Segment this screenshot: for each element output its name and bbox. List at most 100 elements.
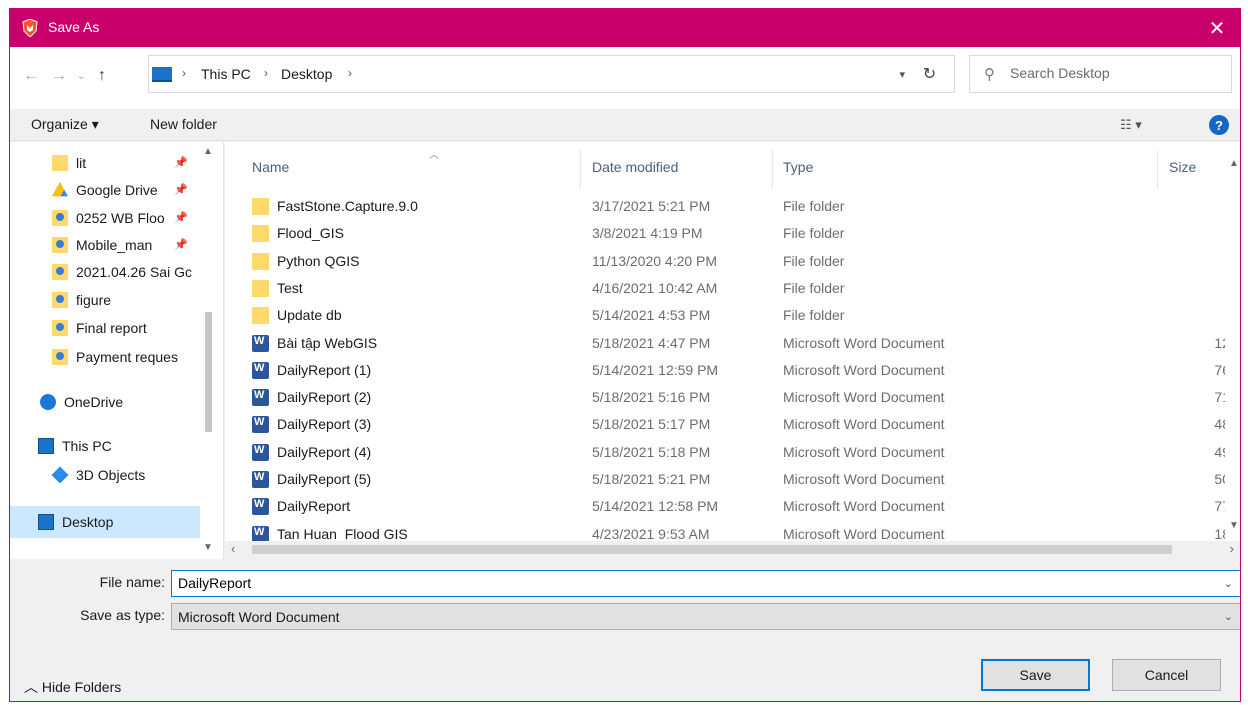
- forward-arrow-icon[interactable]: →: [51, 67, 67, 85]
- pin-icon: 📌: [174, 239, 188, 251]
- word-document-icon: [252, 443, 269, 461]
- file-row[interactable]: Update db 5/14/2021 4:53 PM File folder: [225, 302, 1230, 329]
- pc-icon: [38, 438, 54, 454]
- folder-icon: [252, 307, 269, 325]
- file-name-label: File name:: [99, 574, 165, 590]
- file-row[interactable]: DailyReport 5/14/2021 12:58 PM Microsoft W…: [225, 493, 1230, 520]
- column-header-name[interactable]: Name: [252, 159, 289, 175]
- nav-item-onedrive[interactable]: OneDrive: [10, 387, 210, 417]
- nav-item-this-pc[interactable]: This PC: [10, 431, 210, 461]
- scroll-left-icon[interactable]: ‹: [231, 541, 235, 556]
- hide-folders-button[interactable]: ︿ Hide Folders: [24, 677, 121, 697]
- chevron-down-icon[interactable]: ⌄: [1224, 577, 1233, 590]
- scrollbar-thumb[interactable]: [205, 312, 212, 432]
- scroll-right-icon[interactable]: ›: [1230, 541, 1234, 556]
- file-name: Python QGIS: [277, 252, 360, 269]
- nav-item-google-drive[interactable]: Google Drive 📌: [10, 175, 210, 205]
- column-divider[interactable]: [772, 150, 773, 188]
- file-name: DailyReport: [277, 498, 351, 515]
- refresh-button[interactable]: ↻: [905, 55, 955, 93]
- nav-item-0252-wb[interactable]: 0252 WB Floo 📌: [10, 203, 210, 233]
- file-name: DailyReport (5): [277, 471, 372, 487]
- column-header-type[interactable]: Type: [783, 159, 813, 175]
- file-date-modified: 4/16/2021 10:42 AM: [592, 279, 718, 296]
- up-arrow-icon[interactable]: ↑: [98, 67, 106, 85]
- column-header-date-modified[interactable]: Date modified: [592, 159, 678, 175]
- details-view-icon: ☷ ▾: [1120, 117, 1142, 132]
- nav-item-label: lit: [76, 155, 87, 171]
- file-row[interactable]: Python QGIS 11/13/2020 4:20 PM File folder: [225, 248, 1230, 275]
- scroll-up-icon[interactable]: ▲: [1229, 158, 1239, 169]
- nav-item-3d-objects[interactable]: 3D Objects: [10, 460, 210, 490]
- nav-item-final-report[interactable]: Final report: [10, 313, 210, 343]
- scroll-up-icon[interactable]: ▲: [203, 146, 213, 157]
- file-row[interactable]: DailyReport (4) 5/18/2021 5:18 PM Microsof…: [225, 439, 1230, 466]
- chevron-right-icon[interactable]: ›: [348, 66, 352, 80]
- sort-ascending-icon: ︿: [429, 150, 439, 161]
- column-header-size[interactable]: Size: [1169, 159, 1196, 175]
- file-row[interactable]: DailyReport (3) 5/18/2021 5:17 PM Microsof…: [225, 411, 1230, 438]
- folder-icon: [252, 225, 269, 243]
- back-arrow-icon[interactable]: ←: [23, 67, 39, 85]
- nav-item-label: 2021.04.26 Sai Gc: [76, 264, 192, 280]
- close-icon: ✕: [1208, 17, 1226, 40]
- new-folder-button[interactable]: New folder: [150, 116, 217, 132]
- file-name-combobox[interactable]: ⌄: [171, 570, 1240, 597]
- nav-item-payment-request[interactable]: Payment reques: [10, 342, 210, 372]
- close-button[interactable]: ✕: [1194, 9, 1240, 47]
- nav-item-sai-gon[interactable]: 2021.04.26 Sai Gc: [10, 257, 210, 287]
- organize-menu-button[interactable]: Organize ▾: [31, 116, 99, 133]
- column-divider[interactable]: [580, 150, 581, 188]
- file-name-input[interactable]: [178, 575, 1208, 591]
- chevron-right-icon[interactable]: ›: [264, 66, 268, 80]
- nav-item-label: This PC: [62, 438, 112, 454]
- chevron-right-icon[interactable]: ›: [182, 66, 186, 80]
- file-row[interactable]: DailyReport (5) 5/18/2021 5:21 PM Microsof…: [225, 466, 1230, 493]
- horizontal-scrollbar[interactable]: ‹ ›: [225, 541, 1240, 559]
- nav-pane-scrollbar[interactable]: ▲ ▼: [200, 142, 217, 559]
- scroll-down-icon[interactable]: ▼: [1229, 520, 1239, 531]
- file-date-modified: 4/23/2021 9:53 AM: [592, 525, 710, 542]
- scrollbar-thumb[interactable]: [252, 545, 1172, 554]
- file-row[interactable]: Bài tập WebGIS 5/18/2021 4:47 PM Microsoft…: [225, 330, 1230, 357]
- save-form: File name: ⌄ Save as type: Microsoft Wor…: [10, 560, 1240, 701]
- breadcrumb-this-pc[interactable]: This PC: [201, 66, 251, 82]
- navigation-pane: lit 📌 Google Drive 📌 0252 WB Floo 📌 Mobi…: [10, 142, 224, 559]
- file-row[interactable]: DailyReport (2) 5/18/2021 5:16 PM Microsof…: [225, 384, 1230, 411]
- cancel-button[interactable]: Cancel: [1112, 659, 1221, 691]
- search-box[interactable]: ⚲: [969, 55, 1232, 93]
- file-name: Test: [277, 279, 303, 296]
- save-button[interactable]: Save: [981, 659, 1090, 691]
- command-bar: Organize ▾ New folder ☷ ▾ ?: [10, 109, 1240, 141]
- pin-icon: 📌: [174, 184, 188, 196]
- change-view-button[interactable]: ☷ ▾: [1120, 117, 1142, 133]
- file-list-scrollbar[interactable]: ▲ ▼: [1225, 142, 1240, 545]
- nav-item-figure[interactable]: figure: [10, 285, 210, 315]
- address-bar[interactable]: › This PC › Desktop › ▾: [148, 55, 918, 93]
- recent-locations-chevron-icon[interactable]: ⌄: [77, 71, 85, 82]
- file-name: DailyReport (1): [277, 361, 372, 378]
- file-name: Bài tập WebGIS: [277, 334, 378, 351]
- search-input[interactable]: [1010, 65, 1220, 81]
- column-divider[interactable]: [1157, 150, 1158, 188]
- file-list: ︿ Name Date modified Type Size FastStone…: [225, 142, 1240, 559]
- help-icon[interactable]: ?: [1209, 115, 1229, 135]
- file-row[interactable]: Flood_GIS 3/8/2021 4:19 PM File folder: [225, 220, 1230, 247]
- file-date-modified: 5/14/2021 12:59 PM: [592, 361, 719, 378]
- nav-item-mobile-man[interactable]: Mobile_man 📌: [10, 230, 210, 260]
- save-as-type-select[interactable]: Microsoft Word Document ⌄: [171, 603, 1240, 630]
- nav-item-lit[interactable]: lit 📌: [10, 148, 210, 178]
- file-name: Flood_GIS: [277, 225, 344, 242]
- file-row[interactable]: FastStone.Capture.9.0 3/17/2021 5:21 PM Fi…: [225, 193, 1230, 220]
- folder-icon: [252, 252, 269, 270]
- file-row[interactable]: DailyReport (1) 5/14/2021 12:59 PM Microso…: [225, 357, 1230, 384]
- file-type: File folder: [783, 198, 845, 214]
- nav-item-label: Final report: [76, 320, 147, 336]
- file-row[interactable]: Test 4/16/2021 10:42 AM File folder: [225, 275, 1230, 302]
- nav-item-label: Payment reques: [76, 349, 178, 365]
- file-name: FastStone.Capture.9.0: [277, 198, 418, 214]
- nav-item-desktop[interactable]: Desktop: [10, 506, 210, 538]
- breadcrumb-desktop[interactable]: Desktop: [281, 66, 332, 82]
- file-name: DailyReport (2): [277, 389, 372, 406]
- scroll-down-icon[interactable]: ▼: [203, 542, 213, 553]
